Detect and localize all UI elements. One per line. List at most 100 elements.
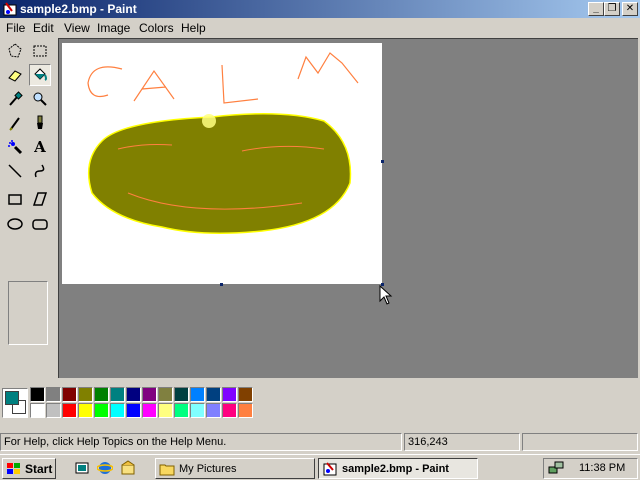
menu-file[interactable]: File: [6, 21, 25, 35]
color-swatch[interactable]: [174, 387, 189, 402]
title-bar: sample2.bmp - Paint _ ❐ ✕: [0, 0, 640, 18]
rect-select-tool[interactable]: [29, 40, 51, 62]
color-swatch[interactable]: [110, 387, 125, 402]
menu-edit[interactable]: Edit: [33, 21, 54, 35]
minimize-button[interactable]: _: [588, 2, 604, 16]
color-swatch[interactable]: [126, 403, 141, 418]
color-swatch[interactable]: [94, 403, 109, 418]
color-swatch[interactable]: [30, 387, 45, 402]
curve-tool[interactable]: [29, 160, 51, 182]
eraser-icon: [8, 70, 22, 82]
menu-help[interactable]: Help: [181, 21, 206, 35]
toolbox: A: [0, 38, 58, 378]
menu-colors[interactable]: Colors: [139, 21, 174, 35]
mouse-cursor-icon: [379, 285, 393, 305]
close-button[interactable]: ✕: [622, 2, 638, 16]
folder-icon: [159, 464, 175, 475]
paint-app-icon: [323, 461, 337, 475]
magnifier-icon: [33, 92, 47, 106]
color-swatch[interactable]: [94, 387, 109, 402]
airbrush-icon: [8, 140, 23, 155]
workspace: [58, 38, 638, 378]
color-palette: [0, 384, 640, 424]
status-help-text: For Help, click Help Topics on the Help …: [0, 433, 402, 451]
color-swatch[interactable]: [222, 387, 237, 402]
pencil-tool[interactable]: [4, 112, 26, 134]
drawn-word-calm: [87, 52, 359, 104]
color-swatch[interactable]: [206, 387, 221, 402]
color-swatch[interactable]: [46, 403, 61, 418]
color-swatch[interactable]: [62, 387, 77, 402]
color-swatch[interactable]: [142, 387, 157, 402]
canvas-drawing: [87, 52, 359, 234]
taskbar-button-my-pictures[interactable]: My Pictures: [155, 458, 315, 479]
pencil-icon: [9, 117, 20, 131]
color-swatch[interactable]: [174, 403, 189, 418]
status-size: [522, 433, 638, 451]
network-icon[interactable]: [548, 461, 564, 475]
color-swatch[interactable]: [78, 403, 93, 418]
rect-select-icon: [33, 45, 47, 57]
resize-handle-right[interactable]: [381, 160, 384, 163]
airbrush-tool[interactable]: [4, 136, 26, 158]
rounded-rect-icon: [32, 219, 48, 230]
line-tool[interactable]: [4, 160, 26, 182]
brush-tool[interactable]: [29, 112, 51, 134]
show-desktop-icon[interactable]: [74, 460, 90, 476]
ellipse-icon: [7, 218, 23, 230]
pick-color-tool[interactable]: [4, 88, 26, 110]
color-swatch[interactable]: [158, 387, 173, 402]
internet-explorer-icon[interactable]: [97, 460, 113, 476]
color-swatch[interactable]: [78, 387, 93, 402]
color-swatch[interactable]: [110, 403, 125, 418]
color-swatch[interactable]: [238, 387, 253, 402]
color-swatch[interactable]: [46, 387, 61, 402]
color-swatch[interactable]: [142, 403, 157, 418]
current-colors: [2, 388, 28, 418]
windows-logo-icon: [7, 462, 20, 474]
free-form-select-icon: [8, 43, 22, 58]
restore-button[interactable]: ❐: [604, 2, 620, 16]
outlook-express-icon[interactable]: [120, 460, 136, 476]
drawing-canvas[interactable]: [62, 43, 382, 284]
status-coordinates: 316,243: [404, 433, 520, 451]
tool-options-box[interactable]: [8, 281, 48, 345]
clock[interactable]: 11:38 PM: [579, 462, 625, 474]
color-swatch[interactable]: [190, 403, 205, 418]
fill-tool[interactable]: [29, 64, 51, 86]
rectangle-tool[interactable]: [4, 188, 26, 210]
color-swatch[interactable]: [62, 403, 77, 418]
rectangle-icon: [8, 194, 22, 205]
ellipse-tool[interactable]: [4, 213, 26, 235]
magnifier-tool[interactable]: [29, 88, 51, 110]
menu-image[interactable]: Image: [97, 21, 130, 35]
text-tool[interactable]: A: [29, 136, 51, 158]
color-swatch[interactable]: [126, 387, 141, 402]
taskbar-button-paint[interactable]: sample2.bmp - Paint: [318, 458, 478, 479]
start-button[interactable]: Start: [2, 458, 56, 479]
polygon-icon: [32, 192, 48, 206]
pick-color-icon: [9, 91, 23, 106]
free-form-select-tool[interactable]: [4, 40, 26, 62]
color-swatch[interactable]: [158, 403, 173, 418]
taskbar: Start My Pictures sample2.bmp - Paint 11…: [0, 454, 640, 480]
color-swatch[interactable]: [30, 403, 45, 418]
start-label: Start: [25, 461, 53, 476]
text-icon: A: [34, 138, 46, 156]
fill-icon: [34, 68, 47, 81]
system-tray: 11:38 PM: [543, 458, 638, 479]
curve-icon: [34, 164, 45, 178]
color-swatch[interactable]: [222, 403, 237, 418]
polygon-tool[interactable]: [29, 188, 51, 210]
paint-app-icon: [3, 2, 17, 16]
color-swatch[interactable]: [238, 403, 253, 418]
rounded-rect-tool[interactable]: [29, 213, 51, 235]
color-swatch[interactable]: [190, 387, 205, 402]
taskbar-button-label: My Pictures: [179, 462, 237, 475]
eraser-tool[interactable]: [4, 64, 26, 86]
resize-handle-bottom[interactable]: [220, 283, 223, 286]
line-icon: [8, 164, 22, 178]
menu-bar: File Edit View Image Colors Help: [0, 19, 640, 37]
menu-view[interactable]: View: [64, 21, 90, 35]
color-swatch[interactable]: [206, 403, 221, 418]
